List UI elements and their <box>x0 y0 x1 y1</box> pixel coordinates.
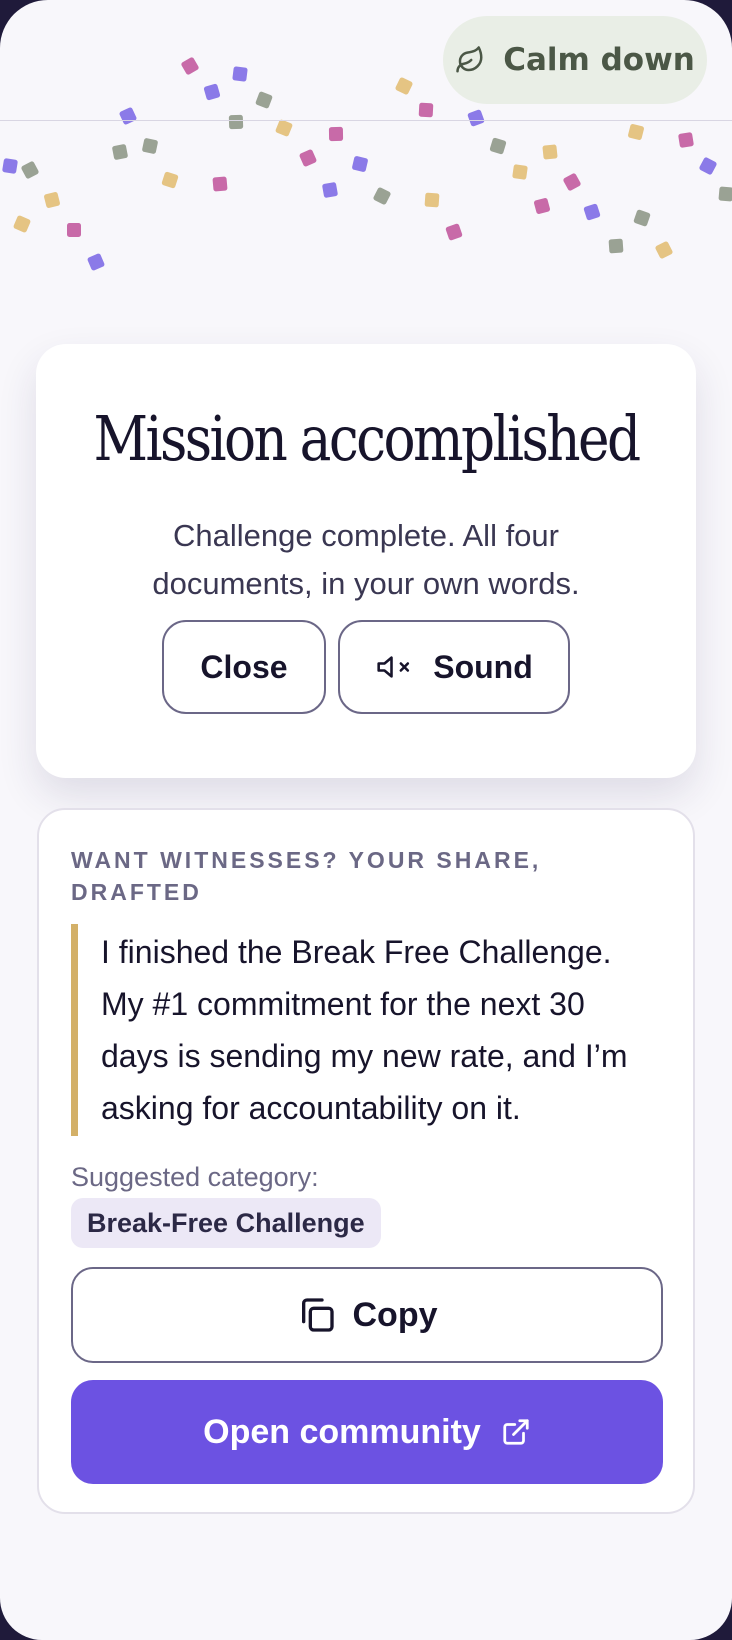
confetti-piece <box>563 173 581 191</box>
confetti-piece <box>542 144 558 160</box>
confetti-piece <box>489 137 507 155</box>
confetti-piece <box>467 109 485 127</box>
confetti-piece <box>13 215 31 233</box>
confetti-piece <box>119 107 137 125</box>
confetti-piece <box>228 114 244 130</box>
confetti-piece <box>395 77 413 95</box>
external-link-icon <box>503 1419 529 1445</box>
confetti-piece <box>533 197 551 215</box>
confetti-piece <box>512 164 528 180</box>
confetti-piece <box>322 182 338 198</box>
copy-label: Copy <box>352 1295 438 1334</box>
confetti-piece <box>212 176 228 192</box>
confetti-piece <box>655 241 673 259</box>
category-chip: Break-Free Challenge <box>71 1198 381 1248</box>
sound-label: Sound <box>433 648 533 685</box>
completion-card: Mission accomplished Challenge complete.… <box>36 344 696 778</box>
confetti-piece <box>373 187 391 205</box>
confetti-piece <box>608 238 624 254</box>
suggested-category-label: Suggested category: <box>71 1162 319 1192</box>
confetti-piece <box>583 203 601 221</box>
copy-icon <box>301 1298 334 1332</box>
share-heading: WANT WITNESSES? YOUR SHARE, DRAFTED <box>71 847 542 905</box>
sound-toggle-button[interactable]: Sound <box>338 620 570 714</box>
confetti-piece <box>44 192 60 208</box>
confetti-piece <box>352 156 368 172</box>
confetti-piece <box>21 161 39 179</box>
header-divider <box>0 120 732 121</box>
confetti-piece <box>87 253 105 271</box>
confetti-piece <box>142 138 158 154</box>
completion-subtitle: Challenge complete. All four documents, … <box>152 518 580 601</box>
leaf-icon <box>456 46 483 73</box>
share-draft-text: I finished the Break Free Challenge. My … <box>101 934 628 1126</box>
confetti-piece <box>445 223 463 241</box>
confetti-piece <box>418 102 434 118</box>
confetti-piece <box>67 223 81 237</box>
quote-accent-bar <box>71 924 78 1136</box>
close-label: Close <box>200 648 288 685</box>
confetti-piece <box>328 126 344 142</box>
confetti-piece <box>232 66 248 82</box>
confetti-piece <box>678 132 694 148</box>
calm-down-button[interactable]: Calm down <box>443 16 707 104</box>
calm-down-label: Calm down <box>503 42 695 78</box>
copy-button[interactable]: Copy <box>71 1267 663 1363</box>
open-community-label: Open community <box>203 1412 481 1451</box>
confetti-piece <box>424 192 440 208</box>
open-community-button[interactable]: Open community <box>71 1380 663 1484</box>
close-button[interactable]: Close <box>162 620 326 714</box>
share-card: WANT WITNESSES? YOUR SHARE, DRAFTED I fi… <box>37 808 695 1514</box>
confetti-piece <box>112 144 128 160</box>
confetti-piece <box>181 57 199 75</box>
confetti-piece <box>275 119 293 137</box>
screen: Calm down Mission accomplished Challenge… <box>0 0 732 1640</box>
confetti-piece <box>633 209 651 227</box>
confetti-piece <box>255 91 273 109</box>
speaker-muted-icon <box>377 656 410 678</box>
confetti-piece <box>718 186 732 202</box>
confetti-piece <box>161 171 179 189</box>
completion-title: Mission accomplished <box>93 402 641 475</box>
confetti-piece <box>299 149 317 167</box>
confetti-piece <box>203 83 221 101</box>
confetti-piece <box>628 124 644 140</box>
confetti-piece <box>2 158 18 174</box>
confetti-piece <box>699 157 717 175</box>
